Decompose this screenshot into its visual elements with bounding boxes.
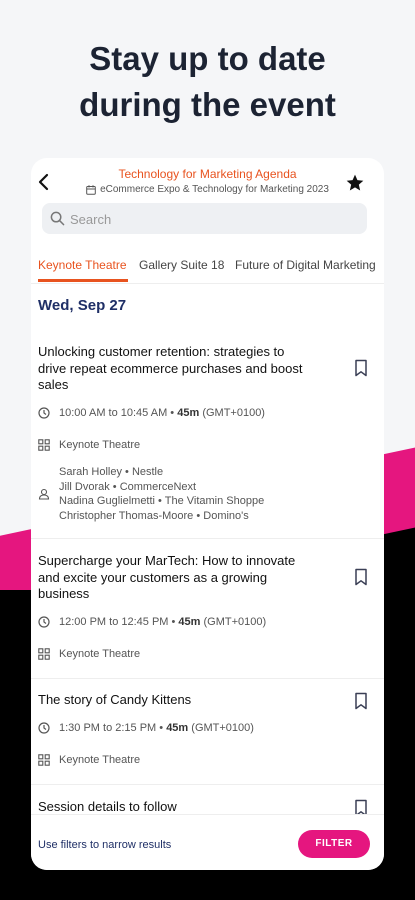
bookmark-icon[interactable] xyxy=(353,568,369,586)
session-title: Supercharge your MarTech: How to innovat… xyxy=(38,553,338,603)
session-title-line: drive repeat ecommerce purchases and boo… xyxy=(38,360,303,376)
session-title-line: The story of Candy Kittens xyxy=(38,692,192,707)
filter-button[interactable]: FILTER xyxy=(298,830,370,858)
tab-keynote-theatre[interactable]: Keynote Theatre xyxy=(38,258,127,272)
session-title-line: Unlocking customer retention: strategies… xyxy=(38,344,285,359)
bookmark-icon[interactable] xyxy=(353,692,369,710)
session-duration: 45m xyxy=(166,722,189,734)
session-title-line: Supercharge your MarTech: How to innovat… xyxy=(38,553,296,568)
promo-headline: Stay up to date during the event xyxy=(0,36,415,128)
session-time: 1:30 PM to 2:15 PM • 45m (GMT+0100) xyxy=(38,722,254,734)
session-duration: 45m xyxy=(177,407,200,419)
divider xyxy=(31,538,384,539)
session-location-text: Keynote Theatre xyxy=(59,439,141,451)
agenda-title: Technology for Marketing Agenda xyxy=(118,167,297,181)
session-timezone: (GMT+0100) xyxy=(191,722,254,734)
session-location-text: Keynote Theatre xyxy=(59,754,141,766)
bookmark-icon[interactable] xyxy=(353,359,369,377)
calendar-icon xyxy=(86,184,96,195)
session-time: 10:00 AM to 10:45 AM • 45m (GMT+0100) xyxy=(38,407,265,419)
session-timezone: (GMT+0100) xyxy=(202,407,265,419)
session-time-range: 12:00 PM to 12:45 PM • xyxy=(59,616,176,628)
clock-icon xyxy=(38,722,50,734)
promo-headline-line1: Stay up to date xyxy=(89,40,326,77)
session-time-range: 10:00 AM to 10:45 AM • xyxy=(59,407,175,419)
session-location: Keynote Theatre xyxy=(38,648,140,660)
room-grid-icon xyxy=(38,439,50,451)
clock-icon xyxy=(38,616,50,628)
location-tabs: Keynote Theatre Gallery Suite 18 Future … xyxy=(31,254,384,284)
app-header: Technology for Marketing Agenda eCommerc… xyxy=(31,158,384,200)
speaker-entry: Christopher Thomas-Moore • Domino's xyxy=(59,509,249,522)
session-duration: 45m xyxy=(178,616,201,628)
divider xyxy=(31,784,384,785)
tab-gallery-suite-18[interactable]: Gallery Suite 18 xyxy=(139,258,224,272)
speaker-entry: Sarah Holley • Nestle xyxy=(59,466,164,478)
divider xyxy=(31,678,384,679)
session-timezone: (GMT+0100) xyxy=(203,616,267,628)
session-title-line: business xyxy=(38,586,90,601)
clock-icon xyxy=(38,407,50,419)
search-bar[interactable] xyxy=(42,203,367,234)
session-location: Keynote Theatre xyxy=(38,754,140,766)
session-title: The story of Candy Kittens xyxy=(38,692,338,709)
date-heading: Wed, Sep 27 xyxy=(38,297,127,314)
filter-footer: Use filters to narrow results FILTER xyxy=(31,814,384,870)
session-title-line: sales xyxy=(38,377,69,392)
session-speakers: Sarah Holley • Nestle Jill Dvorak • Comm… xyxy=(59,465,264,523)
session-time-range: 1:30 PM to 2:15 PM • xyxy=(59,722,164,734)
event-subtitle: eCommerce Expo & Technology for Marketin… xyxy=(31,184,384,195)
speaker-entry: Nadina Guglielmetti • The Vitamin Shoppe xyxy=(59,495,265,507)
app-screen: Technology for Marketing Agenda eCommerc… xyxy=(31,158,384,870)
event-subtitle-text: eCommerce Expo & Technology for Marketin… xyxy=(100,184,329,195)
star-icon[interactable] xyxy=(345,173,365,193)
session-title: Unlocking customer retention: strategies… xyxy=(38,344,338,394)
room-grid-icon xyxy=(38,754,50,766)
speaker-entry: Jill Dvorak • CommerceNext xyxy=(59,480,197,493)
session-location: Keynote Theatre xyxy=(38,439,140,451)
search-icon xyxy=(50,211,65,226)
speakers-icon xyxy=(38,488,50,500)
session-location-text: Keynote Theatre xyxy=(59,648,141,660)
session-time: 12:00 PM to 12:45 PM • 45m (GMT+0100) xyxy=(38,616,266,628)
filter-hint: Use filters to narrow results xyxy=(38,839,172,851)
room-grid-icon xyxy=(38,648,50,660)
promo-headline-line2: during the event xyxy=(79,86,336,123)
active-tab-indicator xyxy=(38,279,128,282)
session-title-line: and excite your customers as a growing xyxy=(38,569,268,585)
tab-future-of-digital-marketing[interactable]: Future of Digital Marketing xyxy=(235,258,376,272)
search-input[interactable] xyxy=(70,210,350,228)
